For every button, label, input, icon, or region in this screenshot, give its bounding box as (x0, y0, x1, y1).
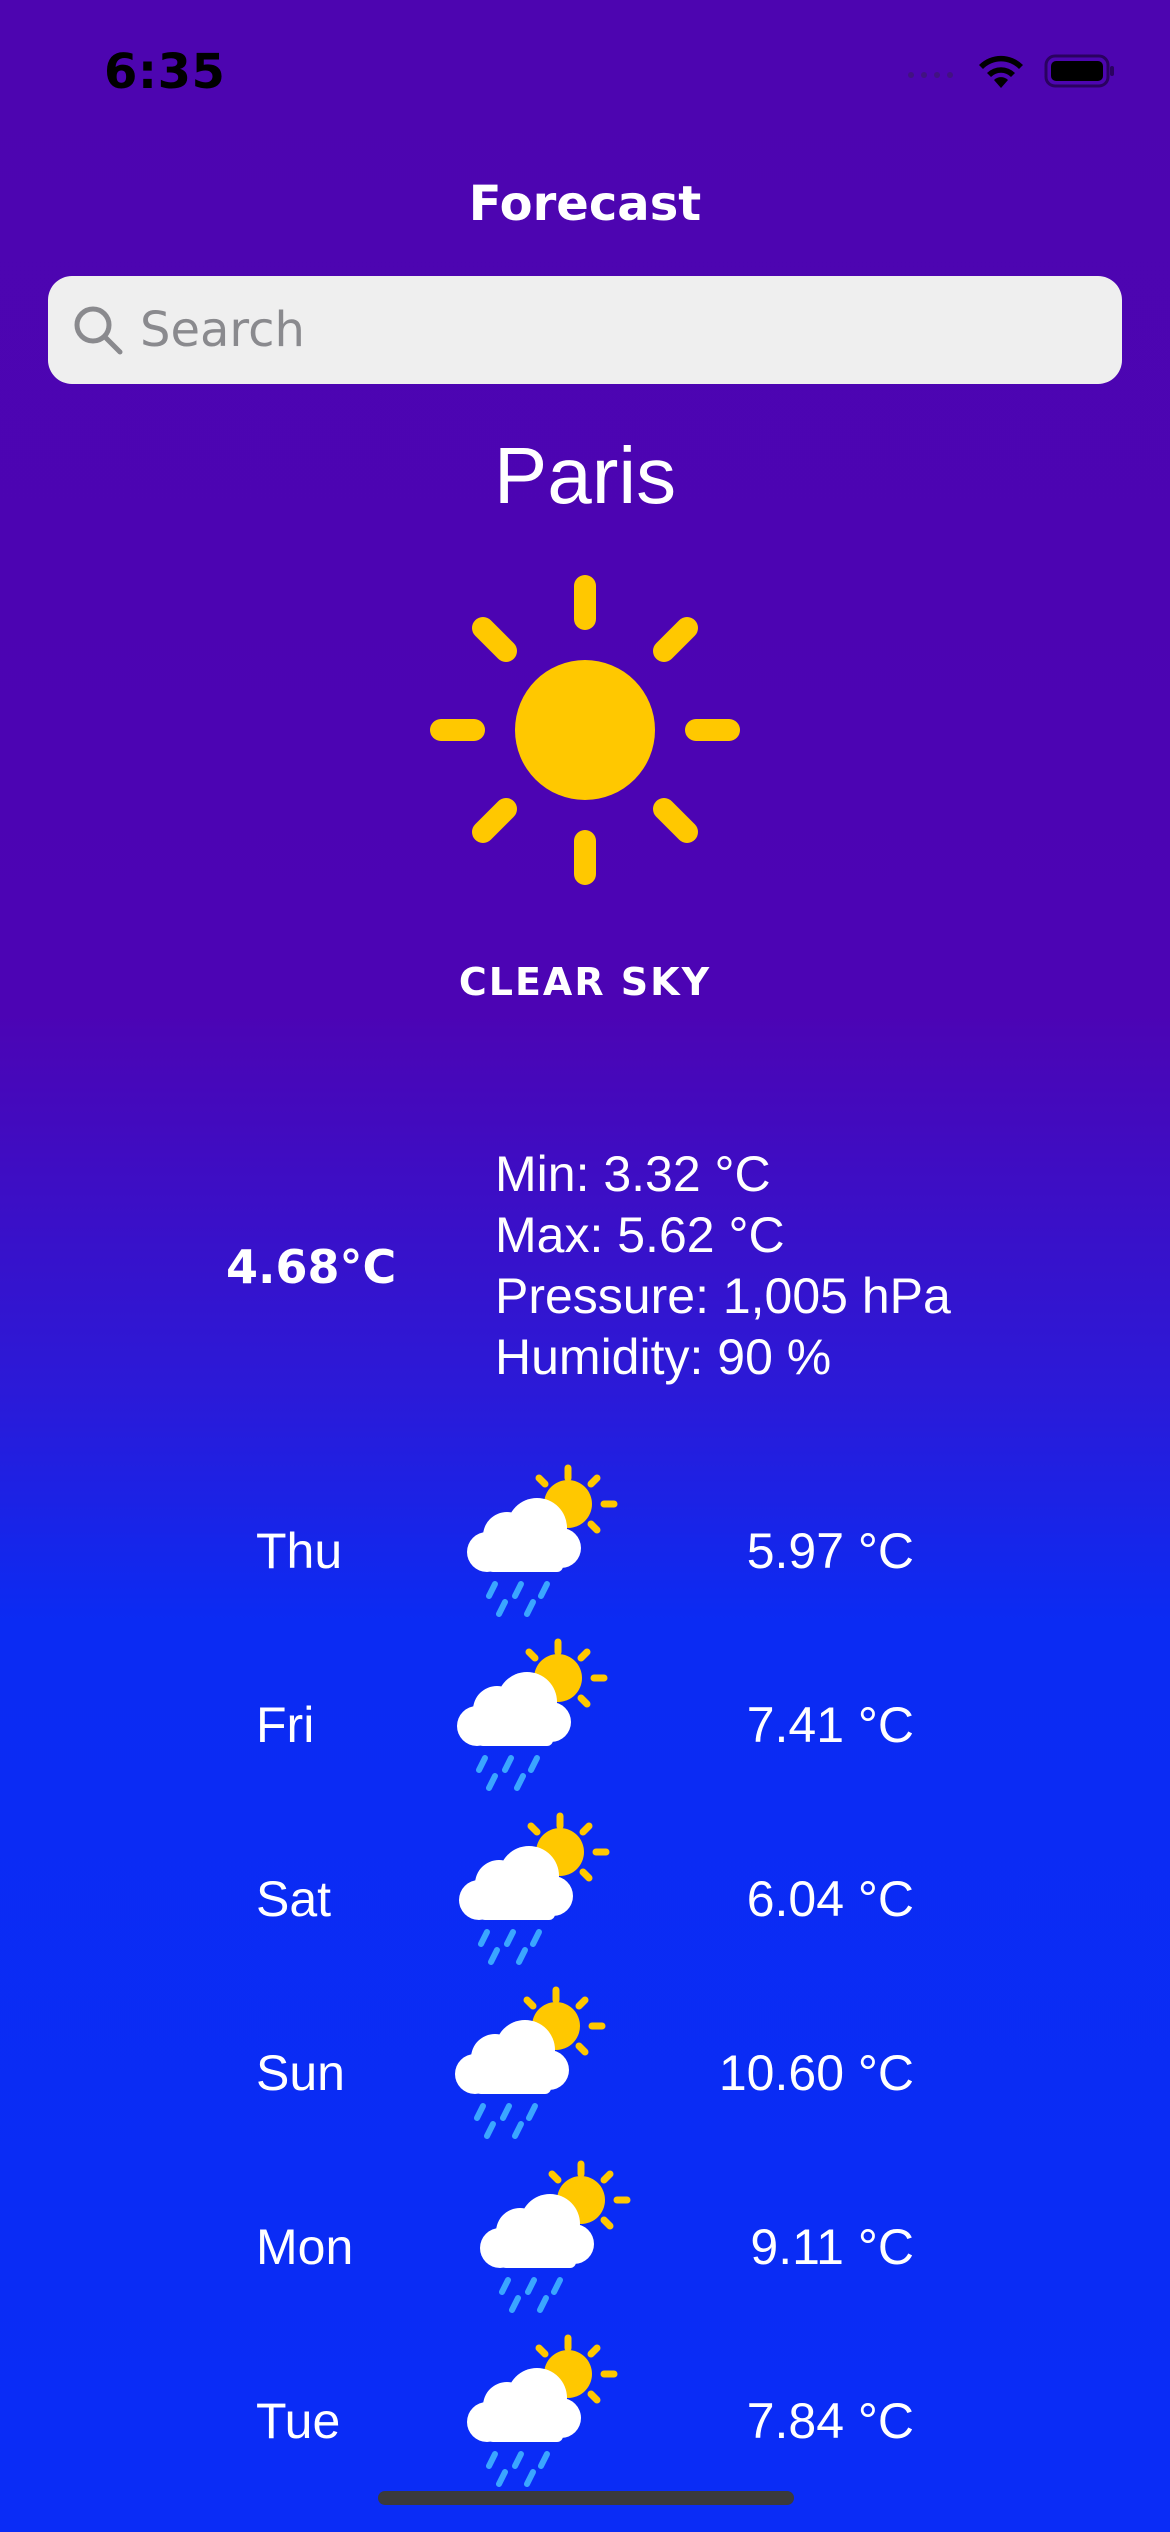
weather-details: Min: 3.32 °C Max: 5.62 °C Pressure: 1,00… (495, 1144, 951, 1388)
forecast-row[interactable]: Mon 9.11 °C (0, 2156, 1170, 2330)
search-icon (74, 306, 123, 355)
page-title: Forecast (468, 176, 702, 232)
status-time: 6:35 (104, 44, 226, 100)
wifi-icon (979, 55, 1023, 88)
sun-cloud-rain-icon (480, 2160, 631, 2313)
current-temperature: 4.68°C (226, 1240, 397, 1294)
forecast-row[interactable]: Sun 10.60 °C (0, 1982, 1170, 2156)
status-icons (906, 52, 1116, 90)
min-temperature: Min: 3.32 °C (495, 1146, 771, 1202)
weather-condition: CLEAR SKY (458, 960, 712, 1004)
search-input[interactable]: Search (140, 302, 305, 358)
forecast-row[interactable]: Sat 6.04 °C (0, 1808, 1170, 1982)
forecast-temperature: 6.04 °C (746, 1871, 914, 1927)
forecast-row[interactable]: Fri 7.41 °C (0, 1634, 1170, 1808)
city-name: Paris (493, 431, 677, 520)
forecast-day: Sat (256, 1871, 332, 1927)
forecast-day: Tue (256, 2393, 341, 2449)
forecast-day: Mon (256, 2219, 354, 2275)
forecast-temperature: 7.84 °C (746, 2393, 914, 2449)
pressure: Pressure: 1,005 hPa (495, 1268, 951, 1324)
sun-cloud-rain-icon (455, 1986, 606, 2139)
forecast-day: Sun (256, 2045, 345, 2101)
sun-cloud-rain-icon (457, 1638, 608, 1791)
forecast-temperature: 10.60 °C (718, 2045, 914, 2101)
cellular-signal-icon (908, 72, 953, 78)
battery-icon (1044, 54, 1114, 88)
forecast-temperature: 7.41 °C (746, 1697, 914, 1753)
forecast-temperature: 5.97 °C (746, 1523, 914, 1579)
forecast-day: Thu (256, 1523, 343, 1579)
sun-icon (430, 575, 740, 885)
sun-cloud-rain-icon (467, 1464, 618, 1617)
forecast-day: Fri (256, 1697, 315, 1753)
search-bar[interactable]: Search (48, 276, 1122, 384)
home-indicator (378, 2491, 794, 2505)
forecast-temperature: 9.11 °C (750, 2219, 914, 2275)
sun-cloud-rain-icon (467, 2334, 618, 2487)
humidity: Humidity: 90 % (495, 1329, 832, 1385)
max-temperature: Max: 5.62 °C (495, 1207, 785, 1263)
sun-cloud-rain-icon (459, 1812, 610, 1965)
status-bar: 6:35 (0, 0, 1170, 150)
forecast-row[interactable]: Tue 7.84 °C (0, 2330, 1170, 2504)
forecast-row[interactable]: Thu 5.97 °C (0, 1460, 1170, 1634)
